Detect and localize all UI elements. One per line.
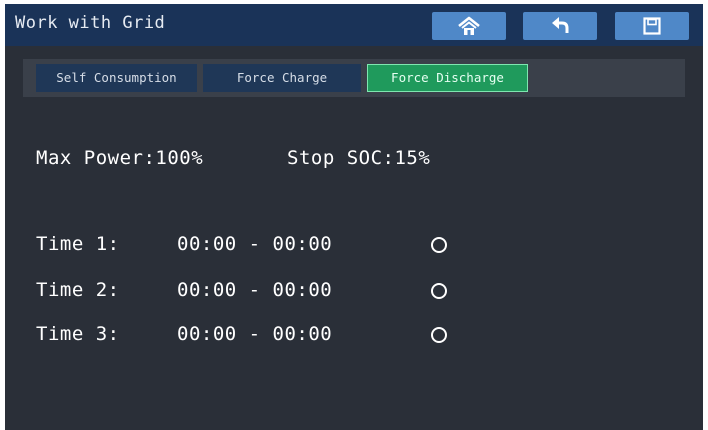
time-1-radio[interactable] [431,237,447,253]
time-3-label: Time 3: [36,323,120,345]
home-button[interactable] [432,12,506,40]
back-icon [552,17,569,33]
time-3-radio[interactable] [431,327,447,343]
tab-self-consumption[interactable]: Self Consumption [36,64,197,92]
page-title: Work with Grid [15,13,166,33]
time-2-radio[interactable] [431,283,447,299]
time-2-range[interactable]: 00:00 - 00:00 [177,279,332,301]
tab-force-discharge[interactable]: Force Discharge [367,64,528,92]
save-icon [643,17,661,35]
save-button[interactable] [615,12,689,40]
back-button[interactable] [523,12,597,40]
stop-soc-setting[interactable]: Stop SOC:15% [287,147,430,169]
screen: Work with Grid Self Consumption Force Ch… [5,4,703,430]
time-3-range[interactable]: 00:00 - 00:00 [177,323,332,345]
time-1-label: Time 1: [36,233,120,255]
mode-tab-bar: Self Consumption Force Charge Force Disc… [23,59,685,97]
tab-force-charge[interactable]: Force Charge [203,64,361,92]
title-bar: Work with Grid [5,4,703,46]
time-1-range[interactable]: 00:00 - 00:00 [177,233,332,255]
max-power-setting[interactable]: Max Power:100% [36,147,203,169]
home-icon [458,16,480,35]
time-2-label: Time 2: [36,279,120,301]
